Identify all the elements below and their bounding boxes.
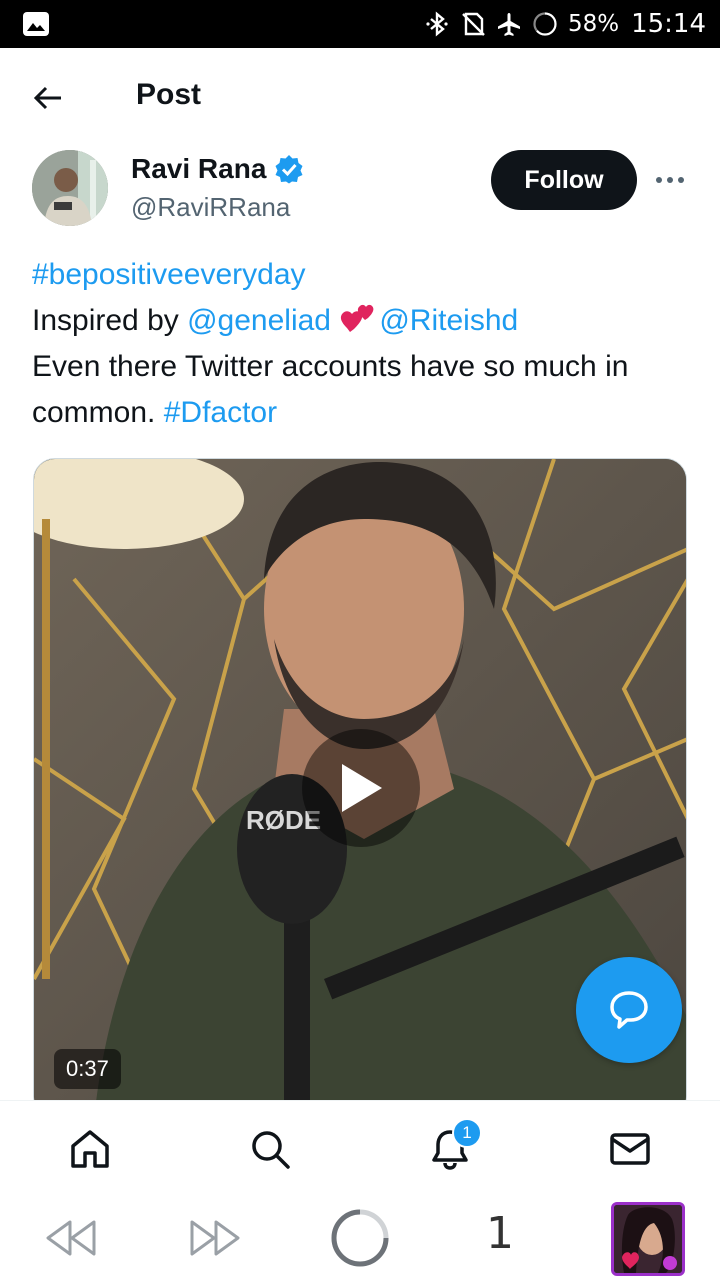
more-dots-icon (656, 177, 684, 183)
profile-image (614, 1205, 682, 1273)
play-button[interactable] (302, 729, 420, 847)
hashtag-link[interactable]: #Dfactor (164, 396, 277, 429)
author-name-row: Ravi Rana (131, 153, 304, 185)
hashtag-link[interactable]: #bepositiveeveryday (32, 258, 306, 291)
rewind-icon (46, 1220, 96, 1256)
author-avatar[interactable] (32, 150, 108, 226)
bluetooth-icon (426, 11, 448, 37)
author-name[interactable]: Ravi Rana (131, 153, 266, 185)
post-text-segment: Even there Twitter accounts have so much… (32, 350, 629, 429)
battery-percentage: 58% (567, 11, 620, 37)
gallery-notification-icon (23, 12, 49, 36)
avatar-image (32, 150, 108, 226)
no-sim-icon (462, 12, 485, 36)
loading-spinner-icon (331, 1209, 389, 1267)
back-button[interactable] (28, 78, 68, 118)
tab-home[interactable] (66, 1125, 114, 1173)
more-options-button[interactable] (652, 165, 688, 195)
author-handle[interactable]: @RaviRRana (131, 192, 290, 223)
fast-forward-button[interactable] (188, 1218, 242, 1258)
mention-link[interactable]: @Riteishd (379, 304, 518, 337)
tab-messages[interactable] (606, 1125, 654, 1173)
post-text-segment: Inspired by (32, 304, 188, 337)
reply-bubble-icon (610, 991, 648, 1029)
search-icon (252, 1131, 290, 1169)
post-header: Post (0, 48, 720, 144)
messages-icon (610, 1133, 650, 1165)
tab-search[interactable] (246, 1125, 294, 1173)
rewind-button[interactable] (44, 1218, 98, 1258)
follow-button[interactable]: Follow (491, 150, 637, 210)
tab-count[interactable]: 1 (486, 1208, 514, 1259)
bottom-tab-bar (0, 1100, 720, 1196)
page-title: Post (136, 78, 202, 111)
mention-link[interactable]: @geneliad (187, 304, 331, 337)
profile-thumbnail[interactable] (611, 1202, 685, 1276)
clock: 15:14 (631, 9, 706, 39)
two-hearts-emoji-icon (341, 304, 374, 332)
battery-ring-icon (533, 12, 557, 36)
arrow-left-icon (33, 86, 61, 110)
airplane-mode-icon (497, 13, 520, 36)
status-bar: 58% 15:14 (0, 0, 720, 48)
play-icon (342, 764, 382, 812)
reply-fab-button[interactable] (576, 957, 682, 1063)
fast-forward-icon (190, 1220, 240, 1256)
post-text: #bepositiveeveryday Inspired by @genelia… (32, 252, 692, 436)
verified-badge-icon (275, 155, 303, 184)
notification-count-badge: 1 (452, 1118, 482, 1148)
video-duration: 0:37 (54, 1049, 121, 1089)
reload-button[interactable] (330, 1208, 390, 1268)
home-icon (71, 1130, 109, 1168)
